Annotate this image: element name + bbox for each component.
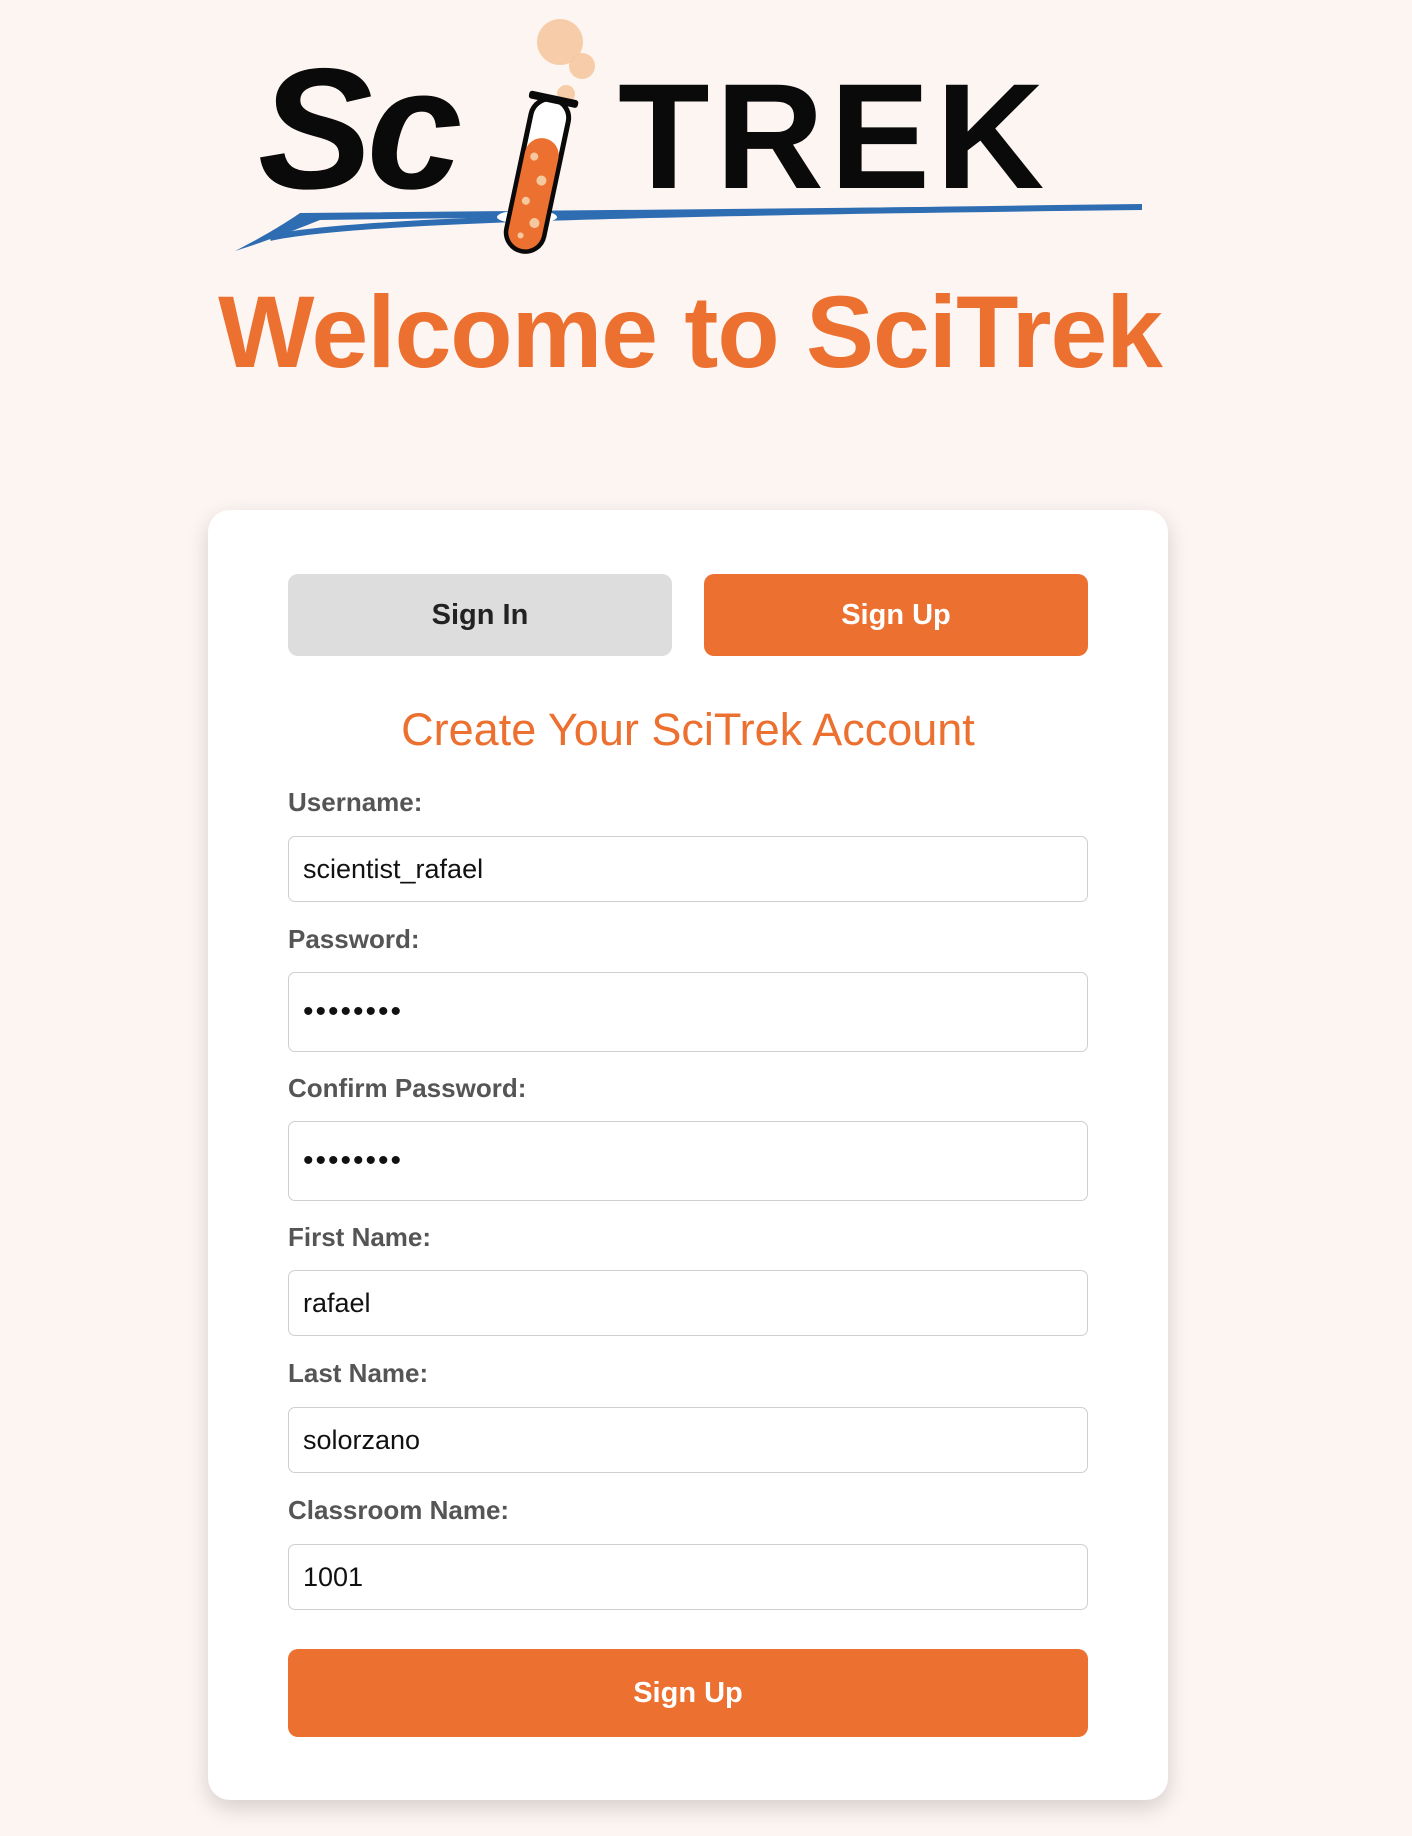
svg-text:TREK: TREK [618, 52, 1050, 220]
auth-card: Sign In Sign Up Create Your SciTrek Acco… [208, 510, 1168, 1800]
classroom-name-input[interactable] [288, 1544, 1088, 1610]
confirm-password-input[interactable] [288, 1121, 1088, 1201]
sign-up-submit-button[interactable]: Sign Up [288, 1649, 1088, 1737]
password-label: Password: [288, 924, 420, 954]
confirm-password-label: Confirm Password: [288, 1073, 527, 1103]
scitrek-logo: Sc TREK [235, 19, 1143, 254]
first-name-label: First Name: [288, 1222, 432, 1252]
first-name-input[interactable] [288, 1270, 1088, 1336]
welcome-heading: Welcome to SciTrek [218, 275, 1163, 389]
classroom-name-label: Classroom Name: [288, 1495, 510, 1525]
auth-tabs: Sign In Sign Up [288, 574, 1088, 656]
tab-sign-in[interactable]: Sign In [288, 574, 672, 656]
tab-sign-up[interactable]: Sign Up [704, 574, 1088, 656]
username-label: Username: [288, 787, 423, 817]
password-input[interactable] [288, 972, 1088, 1052]
last-name-input[interactable] [288, 1407, 1088, 1473]
username-input[interactable] [288, 836, 1088, 902]
last-name-label: Last Name: [288, 1358, 429, 1388]
svg-text:Sc: Sc [258, 33, 461, 225]
form-title: Create Your SciTrek Account [401, 704, 975, 755]
